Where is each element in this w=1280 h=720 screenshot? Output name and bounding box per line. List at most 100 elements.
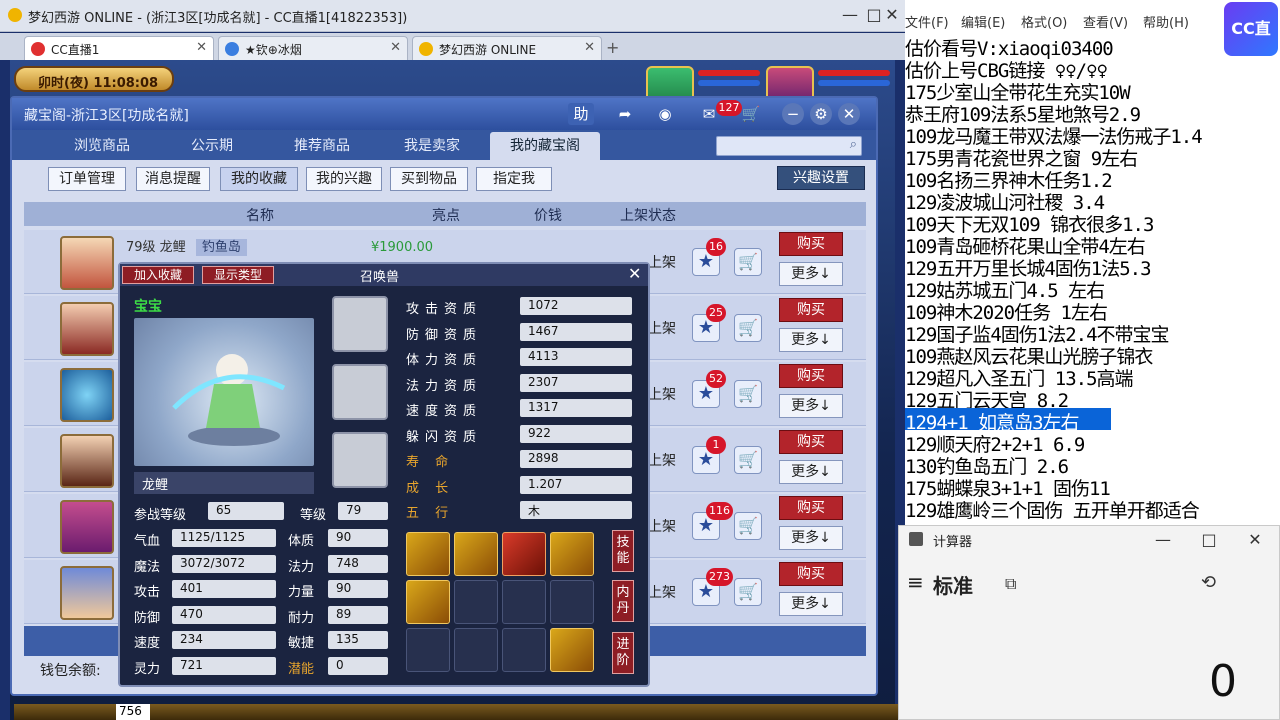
- buy-button[interactable]: 购买: [779, 298, 843, 322]
- search-input[interactable]: ⌕: [716, 136, 862, 156]
- cart-icon[interactable]: 🛒: [738, 103, 764, 125]
- selected-text-line[interactable]: 1294+1 如意岛3左右: [905, 408, 1111, 434]
- skill-slot[interactable]: [454, 580, 498, 624]
- bought-items-button[interactable]: 买到物品: [390, 167, 468, 191]
- more-button[interactable]: 更多↓: [779, 262, 843, 286]
- skill-slot[interactable]: [502, 532, 546, 576]
- add-favorite-button[interactable]: 加入收藏: [122, 266, 194, 284]
- tab-public[interactable]: 公示期: [162, 132, 262, 160]
- menu-file[interactable]: 文件(F): [905, 12, 949, 31]
- more-button[interactable]: 更多↓: [779, 460, 843, 484]
- menu-edit[interactable]: 编辑(E): [961, 12, 1005, 31]
- advance-button[interactable]: 进阶: [612, 632, 634, 674]
- equip-slot-collar[interactable]: [332, 296, 388, 352]
- text-line[interactable]: 109龙马魔王带双法爆一法伤戒子1.4: [905, 122, 1280, 148]
- text-line[interactable]: 109名扬三界神木任务1.2: [905, 166, 1280, 192]
- my-favorites-button[interactable]: 我的收藏: [220, 167, 298, 191]
- buy-button[interactable]: 购买: [779, 562, 843, 586]
- calc-maximize-button[interactable]: □: [1189, 526, 1229, 554]
- close-tab-icon[interactable]: ✕: [584, 40, 595, 55]
- tab-bingyan[interactable]: ★钦⊕冰烟 ✕: [218, 36, 408, 60]
- my-interests-button[interactable]: 我的兴趣: [306, 167, 382, 191]
- more-button[interactable]: 更多↓: [779, 394, 843, 418]
- tab-seller[interactable]: 我是卖家: [382, 132, 482, 160]
- buy-button[interactable]: 购买: [779, 496, 843, 520]
- close-popup-button[interactable]: ✕: [628, 264, 641, 283]
- text-line[interactable]: 109神木2020任务 1左右: [905, 298, 1280, 324]
- add-to-cart-icon[interactable]: 🛒: [734, 314, 762, 342]
- skill-slot[interactable]: [550, 532, 594, 576]
- panel-settings-button[interactable]: ⚙: [810, 103, 832, 125]
- add-to-cart-icon[interactable]: 🛒: [734, 380, 762, 408]
- more-button[interactable]: 更多↓: [779, 328, 843, 352]
- show-type-button[interactable]: 显示类型: [202, 266, 274, 284]
- skill-slot[interactable]: [502, 628, 546, 672]
- calc-close-button[interactable]: ✕: [1235, 526, 1275, 554]
- tab-game[interactable]: 梦幻西游 ONLINE ✕: [412, 36, 602, 60]
- message-reminder-button[interactable]: 消息提醒: [136, 167, 210, 191]
- chat-input[interactable]: 756: [116, 704, 150, 720]
- tab-cc-live[interactable]: CC直播1 ✕: [24, 36, 214, 60]
- menu-help[interactable]: 帮助(H): [1143, 12, 1189, 31]
- add-to-cart-icon[interactable]: 🛒: [734, 248, 762, 276]
- history-icon[interactable]: ⟲: [1201, 572, 1216, 593]
- buy-button[interactable]: 购买: [779, 430, 843, 454]
- tab-recommended[interactable]: 推荐商品: [272, 132, 372, 160]
- order-management-button[interactable]: 订单管理: [48, 167, 126, 191]
- text-line[interactable]: 129五门云天宫 8.2: [905, 386, 1280, 412]
- add-to-cart-icon[interactable]: 🛒: [734, 512, 762, 540]
- share-icon[interactable]: ➦: [612, 103, 638, 125]
- assigned-to-me-button[interactable]: 指定我: [476, 167, 552, 191]
- text-line[interactable]: 109燕赵风云花果山光膀子锦衣: [905, 342, 1280, 368]
- calc-minimize-button[interactable]: —: [1143, 526, 1183, 554]
- menu-format[interactable]: 格式(O): [1021, 12, 1067, 31]
- buy-button[interactable]: 购买: [779, 364, 843, 388]
- text-line[interactable]: 恭王府109法系5星地煞号2.9: [905, 100, 1280, 126]
- text-line[interactable]: 129超凡入圣五门 13.5高端: [905, 364, 1280, 390]
- minimize-button[interactable]: —: [838, 4, 862, 26]
- keep-on-top-icon[interactable]: ⧉: [1005, 574, 1016, 594]
- tab-browse[interactable]: 浏览商品: [52, 132, 152, 160]
- text-line[interactable]: 175蝴蝶泉3+1+1 固伤11: [905, 474, 1280, 500]
- skill-slot[interactable]: [406, 628, 450, 672]
- more-button[interactable]: 更多↓: [779, 526, 843, 550]
- close-tab-icon[interactable]: ✕: [390, 40, 401, 55]
- text-line[interactable]: 109青岛砸桥花果山全带4左右: [905, 232, 1280, 258]
- equip-slot-necklace[interactable]: [332, 364, 388, 420]
- text-line[interactable]: 129凌波城山河社稷 3.4: [905, 188, 1280, 214]
- close-tab-icon[interactable]: ✕: [196, 40, 207, 55]
- minimize-panel-button[interactable]: −: [782, 103, 804, 125]
- skill-slot[interactable]: [550, 580, 594, 624]
- text-line[interactable]: 129顺天府2+2+1 6.9: [905, 430, 1280, 456]
- add-to-cart-icon[interactable]: 🛒: [734, 446, 762, 474]
- close-button[interactable]: ✕: [880, 4, 904, 26]
- search-icon[interactable]: ⌕: [850, 137, 857, 152]
- add-to-cart-icon[interactable]: 🛒: [734, 578, 762, 606]
- text-line[interactable]: 175男青花瓷世界之窗 9左右: [905, 144, 1280, 170]
- text-line[interactable]: 估价上号CBG链接 ♀♀/♀♀: [905, 56, 1280, 82]
- new-tab-button[interactable]: +: [606, 38, 619, 57]
- text-line[interactable]: 109天下无双109 锦衣很多1.3: [905, 210, 1280, 236]
- inner-core-button[interactable]: 内丹: [612, 580, 634, 622]
- hamburger-menu-icon[interactable]: ≡: [907, 570, 924, 594]
- skills-button[interactable]: 技能: [612, 530, 634, 572]
- text-line[interactable]: 129姑苏城五门4.5 左右: [905, 276, 1280, 302]
- skill-slot[interactable]: [406, 580, 450, 624]
- tab-my-pavilion[interactable]: 我的藏宝阁: [490, 132, 600, 160]
- skill-slot[interactable]: [550, 628, 594, 672]
- menu-view[interactable]: 查看(V): [1083, 12, 1128, 31]
- help-button[interactable]: 助: [568, 103, 594, 125]
- text-line[interactable]: 129国子监4固伤1法2.4不带宝宝: [905, 320, 1280, 346]
- skill-slot[interactable]: [406, 532, 450, 576]
- text-line[interactable]: 129雄鹰岭三个固伤 五开单开都适合: [905, 496, 1280, 522]
- skill-slot[interactable]: [454, 532, 498, 576]
- text-line[interactable]: 130钓鱼岛五门 2.6: [905, 452, 1280, 478]
- skill-slot[interactable]: [502, 580, 546, 624]
- equip-slot-armor[interactable]: [332, 432, 388, 488]
- interest-settings-button[interactable]: 兴趣设置: [777, 166, 865, 190]
- more-button[interactable]: 更多↓: [779, 592, 843, 616]
- buy-button[interactable]: 购买: [779, 232, 843, 256]
- close-panel-button[interactable]: ✕: [838, 103, 860, 125]
- text-line[interactable]: 129五开万里长城4固伤1法5.3: [905, 254, 1280, 280]
- text-line[interactable]: 175少室山全带花生充实10W: [905, 78, 1280, 104]
